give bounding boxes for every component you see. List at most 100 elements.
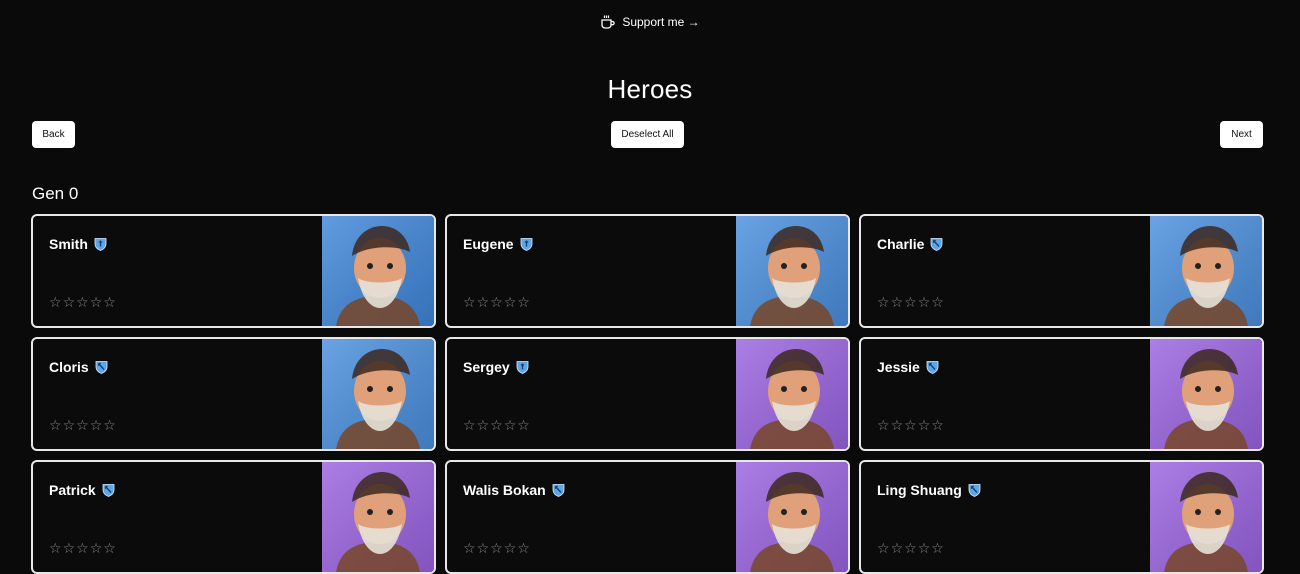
star-icon[interactable]: ☆ [63,542,76,556]
star-icon[interactable]: ☆ [49,419,62,433]
star-icon[interactable]: ☆ [463,296,476,310]
star-icon[interactable]: ☆ [517,296,530,310]
hero-name: Smith [49,236,88,252]
marksman-bow-icon [926,360,939,374]
hero-name-row: Ling Shuang [877,482,981,498]
star-icon[interactable]: ☆ [490,542,503,556]
star-icon[interactable]: ☆ [517,542,530,556]
next-button[interactable]: Next [1220,121,1263,148]
star-icon[interactable]: ☆ [63,296,76,310]
hero-name: Eugene [463,236,514,252]
star-rating[interactable]: ☆ ☆ ☆ ☆ ☆ [877,542,944,556]
hero-portrait [322,339,434,449]
star-rating[interactable]: ☆ ☆ ☆ ☆ ☆ [463,542,530,556]
star-icon[interactable]: ☆ [918,419,931,433]
hero-card[interactable]: Walis Bokan ☆ ☆ ☆ ☆ ☆ [445,460,850,574]
section-label: Gen 0 [32,184,79,203]
star-icon[interactable]: ☆ [904,542,917,556]
star-icon[interactable]: ☆ [904,296,917,310]
star-rating[interactable]: ☆ ☆ ☆ ☆ ☆ [877,419,944,433]
page-title: Heroes [607,74,693,104]
hero-portrait [736,339,848,449]
star-icon[interactable]: ☆ [76,419,89,433]
star-icon[interactable]: ☆ [76,542,89,556]
star-icon[interactable]: ☆ [90,296,103,310]
hero-portrait [736,216,848,326]
hero-card[interactable]: Smith ☆ ☆ ☆ ☆ ☆ [31,214,436,328]
hero-name: Cloris [49,359,89,375]
deselect-all-button[interactable]: Deselect All [611,121,684,148]
hero-name-row: Patrick [49,482,115,498]
star-icon[interactable]: ☆ [103,419,116,433]
hero-name: Jessie [877,359,920,375]
star-icon[interactable]: ☆ [76,296,89,310]
hero-portrait [736,462,848,572]
hero-card[interactable]: Eugene ☆ ☆ ☆ ☆ ☆ [445,214,850,328]
back-button[interactable]: Back [32,121,75,148]
star-rating[interactable]: ☆ ☆ ☆ ☆ ☆ [49,419,116,433]
star-icon[interactable]: ☆ [904,419,917,433]
star-icon[interactable]: ☆ [877,419,890,433]
coffee-cup-icon [600,14,616,30]
star-rating[interactable]: ☆ ☆ ☆ ☆ ☆ [49,542,116,556]
hero-name: Ling Shuang [877,482,962,498]
star-icon[interactable]: ☆ [504,419,517,433]
star-icon[interactable]: ☆ [490,296,503,310]
star-rating[interactable]: ☆ ☆ ☆ ☆ ☆ [877,296,944,310]
hero-name-row: Jessie [877,359,939,375]
star-icon[interactable]: ☆ [90,419,103,433]
star-icon[interactable]: ☆ [504,542,517,556]
star-icon[interactable]: ☆ [477,542,490,556]
hero-name-row: Charlie [877,236,943,252]
hero-name-row: Eugene [463,236,533,252]
star-icon[interactable]: ☆ [49,542,62,556]
star-icon[interactable]: ☆ [877,542,890,556]
infantry-shield-icon [94,237,107,251]
hero-card[interactable]: Cloris ☆ ☆ ☆ ☆ ☆ [31,337,436,451]
hero-name-row: Sergey [463,359,529,375]
hero-portrait [322,462,434,572]
support-me-link[interactable]: Support me → [0,14,1300,30]
hero-card[interactable]: Patrick ☆ ☆ ☆ ☆ ☆ [31,460,436,574]
hero-portrait [1150,216,1262,326]
star-icon[interactable]: ☆ [103,542,116,556]
star-icon[interactable]: ☆ [103,296,116,310]
star-icon[interactable]: ☆ [891,542,904,556]
star-icon[interactable]: ☆ [931,296,944,310]
star-icon[interactable]: ☆ [517,419,530,433]
infantry-shield-icon [520,237,533,251]
hero-portrait [322,216,434,326]
star-icon[interactable]: ☆ [891,419,904,433]
star-icon[interactable]: ☆ [918,296,931,310]
infantry-shield-icon [516,360,529,374]
marksman-bow-icon [930,237,943,251]
hero-name-row: Smith [49,236,107,252]
star-icon[interactable]: ☆ [918,542,931,556]
hero-name-row: Cloris [49,359,108,375]
star-rating[interactable]: ☆ ☆ ☆ ☆ ☆ [463,296,530,310]
star-icon[interactable]: ☆ [477,419,490,433]
hero-card[interactable]: Ling Shuang ☆ ☆ ☆ ☆ ☆ [859,460,1264,574]
hero-grid: Smith ☆ ☆ ☆ ☆ ☆ Eugene ☆ ☆ ☆ ☆ ☆ Charlie ☆ ☆ ☆ ☆ ☆ Cloris ☆… [31,214,1264,574]
marksman-bow-icon [552,483,565,497]
star-icon[interactable]: ☆ [931,542,944,556]
star-icon[interactable]: ☆ [504,296,517,310]
star-icon[interactable]: ☆ [463,419,476,433]
star-icon[interactable]: ☆ [63,419,76,433]
hero-card[interactable]: Sergey ☆ ☆ ☆ ☆ ☆ [445,337,850,451]
star-icon[interactable]: ☆ [49,296,62,310]
star-icon[interactable]: ☆ [891,296,904,310]
star-rating[interactable]: ☆ ☆ ☆ ☆ ☆ [463,419,530,433]
star-icon[interactable]: ☆ [877,296,890,310]
star-icon[interactable]: ☆ [463,542,476,556]
star-icon[interactable]: ☆ [477,296,490,310]
hero-name-row: Walis Bokan [463,482,565,498]
hero-card[interactable]: Charlie ☆ ☆ ☆ ☆ ☆ [859,214,1264,328]
star-icon[interactable]: ☆ [90,542,103,556]
star-icon[interactable]: ☆ [490,419,503,433]
star-rating[interactable]: ☆ ☆ ☆ ☆ ☆ [49,296,116,310]
star-icon[interactable]: ☆ [931,419,944,433]
hero-card[interactable]: Jessie ☆ ☆ ☆ ☆ ☆ [859,337,1264,451]
marksman-bow-icon [95,360,108,374]
hero-name: Sergey [463,359,510,375]
